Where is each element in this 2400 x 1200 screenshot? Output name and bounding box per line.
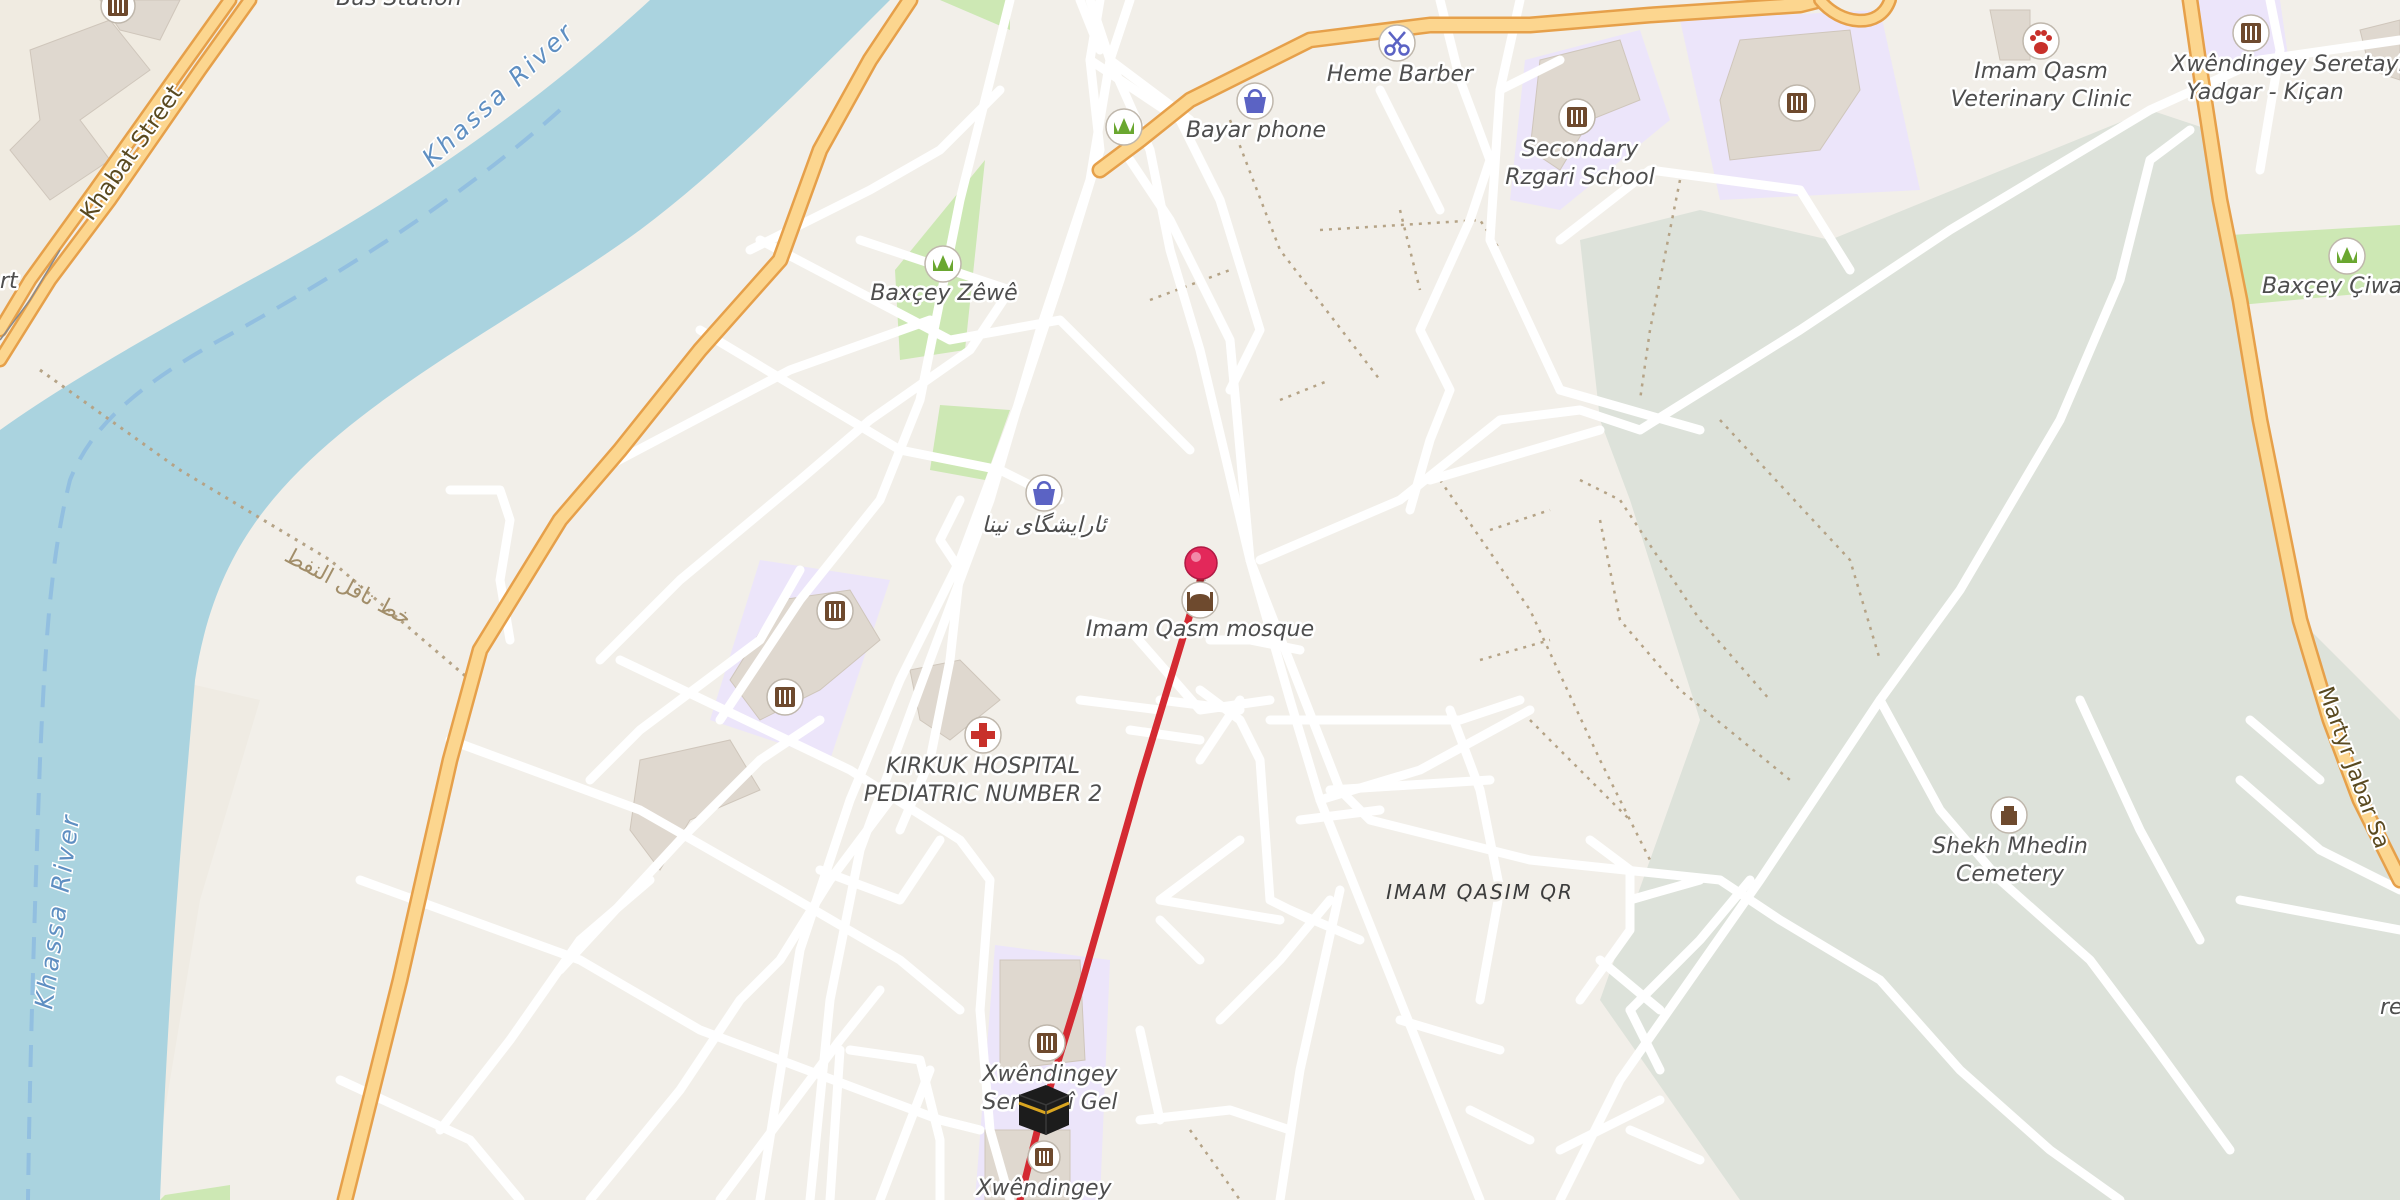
bottom-school-label: Xwêndingey (975, 1176, 1112, 1200)
vet-marker[interactable] (2022, 22, 2060, 60)
cemetery-marker[interactable] (1990, 796, 2028, 834)
baxcey-zewe-label: Baxçey Zêwê (870, 281, 1017, 306)
yadgar-label-line2: Yadgar - Kiçan (2186, 80, 2343, 105)
park-marker-zewe[interactable] (924, 245, 962, 283)
cemetery-label-line1: Shekh Mhedin (1932, 834, 2088, 859)
shop-marker-nina[interactable] (1025, 474, 1063, 512)
vet-label-line1: Imam Qasm (1974, 59, 2108, 84)
school-marker[interactable] (766, 678, 804, 716)
barber-marker[interactable] (1378, 24, 1416, 62)
edge-label-left: rt (0, 269, 19, 294)
hospital-label-line1: KIRKUK HOSPITAL (886, 754, 1080, 779)
school-marker-gel[interactable] (1028, 1024, 1066, 1062)
vet-label-line2: Veterinary Clinic (1951, 87, 2132, 112)
secondary-rzgari-line1: Secondary (1522, 137, 1639, 162)
school-marker[interactable] (816, 592, 854, 630)
arabic-shop-label: ئارایشگای نینا (982, 512, 1109, 538)
map-canvas[interactable]: Khabat Street Martyr Jabar Sa Khassa Riv… (0, 0, 2400, 1200)
park-marker-ciwar[interactable] (2328, 237, 2366, 275)
heme-barber-label: Heme Barber (1327, 62, 1475, 87)
neighbourhood-label: IMAM QASIM QR (1386, 880, 1574, 904)
school-marker[interactable] (1778, 84, 1816, 122)
mosque-label: Imam Qasm mosque (1086, 617, 1314, 642)
bus-station-label: Bus Station (336, 0, 462, 11)
secondary-rzgari-line2: Rzgari School (1505, 165, 1654, 190)
edge-label-right: re (2380, 995, 2400, 1020)
school-marker-yadgar[interactable] (2232, 14, 2270, 52)
kaaba-icon (1018, 1085, 1070, 1135)
school-marker[interactable] (1027, 1140, 1061, 1174)
school-marker-rzgari[interactable] (1558, 98, 1596, 136)
shop-marker[interactable] (1236, 82, 1274, 120)
yadgar-label-line1: Xwêndingey Seretayî (2170, 52, 2400, 77)
route-origin-marker[interactable] (1018, 1085, 1070, 1135)
map-view[interactable]: Khabat Street Martyr Jabar Sa Khassa Riv… (0, 0, 2400, 1200)
hospital-marker[interactable] (964, 716, 1002, 754)
gel-label-line1: Xwêndingey (981, 1062, 1118, 1087)
cemetery-label-line2: Cemetery (1956, 862, 2065, 887)
bayar-phone-label: Bayar phone (1186, 118, 1326, 143)
baxcey-ciwar-label: Baxçey Çiwar (2262, 274, 2400, 299)
mosque-marker[interactable] (1181, 581, 1219, 619)
destination-pin-icon (1184, 546, 1218, 580)
park-marker[interactable] (1105, 108, 1143, 146)
hospital-label-line2: PEDIATRIC NUMBER 2 (864, 782, 1102, 807)
